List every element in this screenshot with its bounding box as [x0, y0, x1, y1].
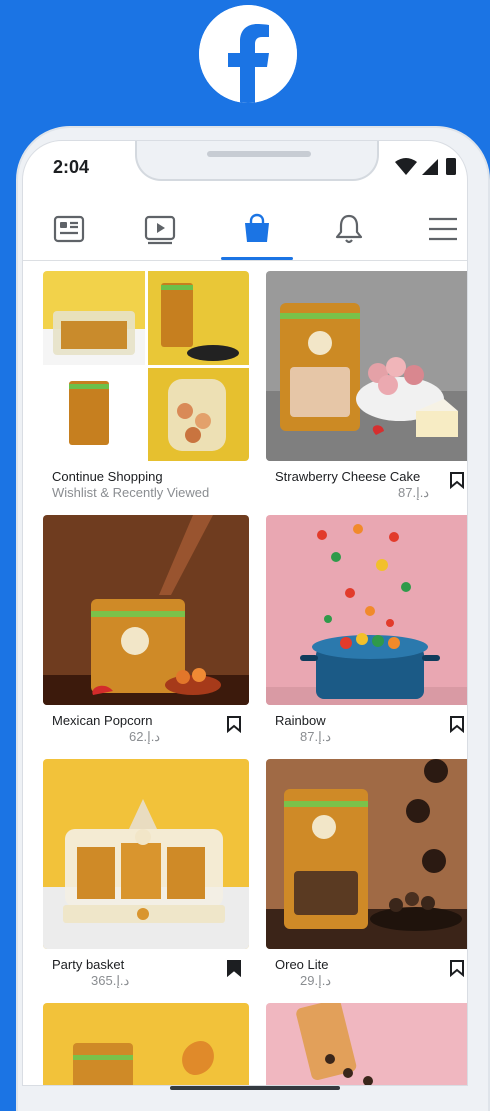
tab-marketplace[interactable] [235, 209, 279, 249]
continue-shopping-card[interactable]: Continue Shopping Wishlist & Recently Vi… [43, 271, 249, 500]
card-subtitle: Wishlist & Recently Viewed [52, 485, 210, 500]
notifications-bell-icon [335, 214, 363, 244]
bookmark-icon[interactable] [448, 471, 466, 489]
card-price: 87.ﺩ.ﺇ [300, 729, 332, 744]
active-tab-indicator [221, 257, 293, 260]
facebook-logo-icon [199, 5, 297, 103]
product-card[interactable]: Mexican Popcorn 62.ﺩ.ﺇ [43, 515, 249, 744]
menu-icon [429, 217, 457, 241]
tab-notifications[interactable] [327, 209, 371, 249]
card-price: 87.ﺩ.ﺇ [398, 485, 430, 500]
product-image [266, 759, 467, 949]
card-title: Rainbow [275, 713, 326, 728]
bookmark-icon[interactable] [448, 959, 466, 977]
product-card[interactable] [266, 1003, 467, 1085]
card-price: 365.ﺩ.ﺇ [91, 973, 130, 988]
signal-icon [422, 159, 438, 175]
card-price: 62.ﺩ.ﺇ [129, 729, 161, 744]
status-icons [393, 155, 463, 177]
product-card[interactable]: Strawberry Cheese Cake 87.ﺩ.ﺇ [266, 271, 467, 500]
card-title: Continue Shopping [52, 469, 163, 484]
watch-icon [144, 215, 176, 245]
battery-icon [446, 158, 456, 175]
product-image [43, 1003, 249, 1085]
card-title: Party basket [52, 957, 125, 972]
product-card[interactable]: Party basket 365.ﺩ.ﺇ [43, 759, 249, 988]
product-card[interactable]: Rainbow 87.ﺩ.ﺇ [266, 515, 467, 744]
wifi-icon [395, 158, 417, 175]
feed-icon [53, 215, 85, 243]
product-image [266, 515, 467, 705]
product-image [266, 1003, 467, 1085]
status-time: 2:04 [53, 157, 90, 177]
product-image [43, 759, 249, 949]
marketplace-bag-icon [245, 213, 269, 242]
tab-bar [23, 199, 467, 261]
tab-watch[interactable] [138, 209, 182, 249]
phone-notch [135, 141, 379, 181]
bookmark-icon[interactable] [448, 715, 466, 733]
tab-feed[interactable] [47, 209, 91, 249]
product-image-collage [43, 271, 249, 461]
product-image [43, 515, 249, 705]
card-title: Oreo Lite [275, 957, 329, 972]
tab-menu[interactable] [421, 209, 465, 249]
bookmark-icon[interactable] [225, 715, 243, 733]
phone-screen: 2:04 Continue Shopping Wishlist & Recent… [22, 140, 468, 1086]
speaker [207, 151, 311, 157]
home-indicator [170, 1086, 340, 1090]
card-price: 29.ﺩ.ﺇ [300, 973, 332, 988]
card-title: Strawberry Cheese Cake [275, 469, 421, 484]
product-image [266, 271, 467, 461]
product-card[interactable] [43, 1003, 249, 1085]
product-card[interactable]: Oreo Lite 29.ﺩ.ﺇ [266, 759, 467, 988]
card-title: Mexican Popcorn [52, 713, 153, 728]
bookmark-icon[interactable] [225, 959, 243, 977]
